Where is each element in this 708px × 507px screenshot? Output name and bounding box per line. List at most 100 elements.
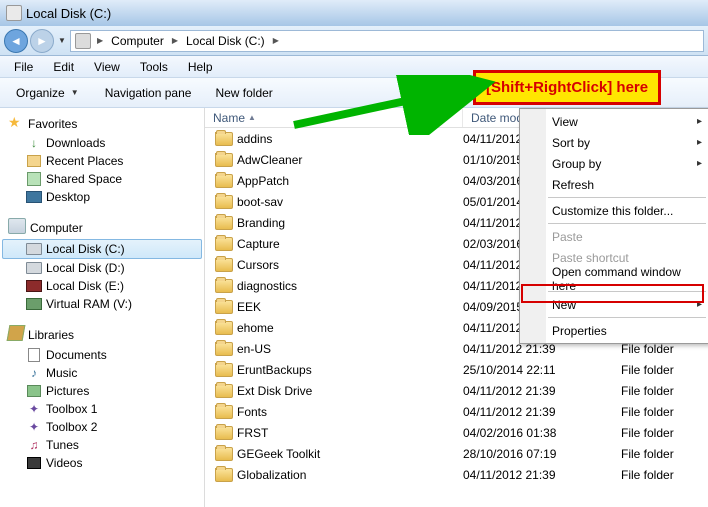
file-date: 04/11/2012 21:39 — [463, 468, 621, 482]
file-row[interactable]: Fonts04/11/2012 21:39File folder — [205, 401, 708, 422]
ctx-view-label: View — [552, 115, 578, 129]
sidebar-item[interactable]: Local Disk (D:) — [2, 259, 202, 277]
sidebar-item-label: Local Disk (D:) — [46, 261, 125, 275]
file-name: AdwCleaner — [237, 153, 302, 167]
file-name: Fonts — [237, 405, 267, 419]
sidebar-item[interactable]: Recent Places — [2, 152, 202, 170]
ctx-sortby[interactable]: Sort by — [520, 132, 708, 153]
sidebar-item[interactable]: Shared Space — [2, 170, 202, 188]
chevron-right-icon: ▶ — [95, 36, 105, 45]
folder-icon — [215, 405, 233, 419]
organize-button[interactable]: Organize▼ — [8, 82, 89, 104]
mus-icon — [26, 365, 42, 381]
history-dropdown[interactable]: ▼ — [56, 36, 68, 45]
sidebar-item[interactable]: Videos — [2, 454, 202, 472]
newfolder-label: New folder — [215, 86, 272, 100]
titlebar: Local Disk (C:) — [0, 0, 708, 26]
address-bar[interactable]: ▶ Computer ▶ Local Disk (C:) ▶ — [70, 30, 704, 52]
sidebar-item[interactable]: Desktop — [2, 188, 202, 206]
file-name: en-US — [237, 342, 271, 356]
menu-tools[interactable]: Tools — [132, 58, 176, 76]
folder-icon — [215, 279, 233, 293]
sidebar-item-label: Pictures — [46, 384, 89, 398]
context-menu: View Sort by Group by Refresh Customize … — [519, 108, 708, 344]
sidebar-item[interactable]: Downloads — [2, 134, 202, 152]
sidebar-item-label: Shared Space — [46, 172, 122, 186]
menu-file[interactable]: File — [6, 58, 41, 76]
menu-help[interactable]: Help — [180, 58, 221, 76]
file-row[interactable]: EruntBackups25/10/2014 22:11File folder — [205, 359, 708, 380]
sidebar-item[interactable]: Documents — [2, 346, 202, 364]
menu-view[interactable]: View — [86, 58, 128, 76]
ctx-group-label: Group by — [552, 157, 601, 171]
ctx-props-label: Properties — [552, 324, 607, 338]
sidebar-item[interactable]: Local Disk (C:) — [2, 239, 202, 259]
folder-icon — [215, 132, 233, 146]
file-row[interactable]: Ext Disk Drive04/11/2012 21:39File folde… — [205, 380, 708, 401]
dt-icon — [26, 189, 42, 205]
ctx-customize[interactable]: Customize this folder... — [520, 200, 708, 221]
file-row[interactable]: Globalization04/11/2012 21:39File folder — [205, 464, 708, 485]
navbar: ◄ ► ▼ ▶ Computer ▶ Local Disk (C:) ▶ — [0, 26, 708, 56]
file-date: 28/10/2016 07:19 — [463, 447, 621, 461]
file-name: FRST — [237, 426, 268, 440]
tn-icon — [26, 437, 42, 453]
ctx-refresh-label: Refresh — [552, 178, 594, 192]
sidebar-item[interactable]: Virtual RAM (V:) — [2, 295, 202, 313]
forward-button[interactable]: ► — [30, 29, 54, 53]
sidebar-item-label: Music — [46, 366, 77, 380]
computer-header[interactable]: Computer — [2, 216, 202, 239]
sidebar-item[interactable]: Local Disk (E:) — [2, 277, 202, 295]
col-name[interactable]: Name▲ — [205, 109, 463, 127]
separator — [548, 197, 706, 198]
sidebar-item[interactable]: Music — [2, 364, 202, 382]
sidebar-item[interactable]: Tunes — [2, 436, 202, 454]
tb-icon — [26, 419, 42, 435]
ctx-new-label: New — [552, 298, 576, 312]
folder-icon — [215, 174, 233, 188]
file-name: Globalization — [237, 468, 306, 482]
file-type: File folder — [621, 363, 708, 377]
back-button[interactable]: ◄ — [4, 29, 28, 53]
ctx-pastesc-label: Paste shortcut — [552, 251, 629, 265]
libraries-header[interactable]: Libraries — [2, 323, 202, 346]
ctx-open-command-window[interactable]: Open command window here — [520, 268, 708, 289]
ctx-view[interactable]: View — [520, 111, 708, 132]
breadcrumb[interactable]: Computer — [109, 34, 166, 48]
computer-icon — [8, 218, 26, 237]
folder-icon — [215, 321, 233, 335]
navpane-button[interactable]: Navigation pane — [97, 82, 200, 104]
dl-icon — [26, 135, 42, 151]
doc-icon — [26, 347, 42, 363]
file-name: EEK — [237, 300, 261, 314]
annotation-banner: [Shift+RightClick] here — [473, 70, 661, 105]
ctx-groupby[interactable]: Group by — [520, 153, 708, 174]
hd2-icon — [26, 278, 42, 294]
sidebar-item[interactable]: Pictures — [2, 382, 202, 400]
newfolder-button[interactable]: New folder — [207, 82, 280, 104]
file-row[interactable]: GEGeek Toolkit28/10/2016 07:19File folde… — [205, 443, 708, 464]
file-name: Cursors — [237, 258, 279, 272]
star-icon — [8, 116, 24, 132]
breadcrumb[interactable]: Local Disk (C:) — [184, 34, 267, 48]
menu-edit[interactable]: Edit — [45, 58, 82, 76]
separator — [548, 223, 706, 224]
folder-icon — [215, 216, 233, 230]
libraries-label: Libraries — [28, 328, 74, 342]
file-type: File folder — [621, 384, 708, 398]
favorites-header[interactable]: Favorites — [2, 114, 202, 134]
chevron-right-icon: ▶ — [271, 36, 281, 45]
folder-icon — [215, 258, 233, 272]
folder-icon — [215, 237, 233, 251]
folder-icon — [215, 153, 233, 167]
ctx-properties[interactable]: Properties — [520, 320, 708, 341]
sidebar-item-label: Documents — [46, 348, 107, 362]
file-row[interactable]: FRST04/02/2016 01:38File folder — [205, 422, 708, 443]
ctx-new[interactable]: New — [520, 294, 708, 315]
sort-asc-icon: ▲ — [248, 113, 256, 122]
ctx-refresh[interactable]: Refresh — [520, 174, 708, 195]
sidebar-item[interactable]: Toolbox 2 — [2, 418, 202, 436]
sidebar-item[interactable]: Toolbox 1 — [2, 400, 202, 418]
sidebar-item-label: Toolbox 2 — [46, 420, 97, 434]
sidebar-item-label: Recent Places — [46, 154, 123, 168]
